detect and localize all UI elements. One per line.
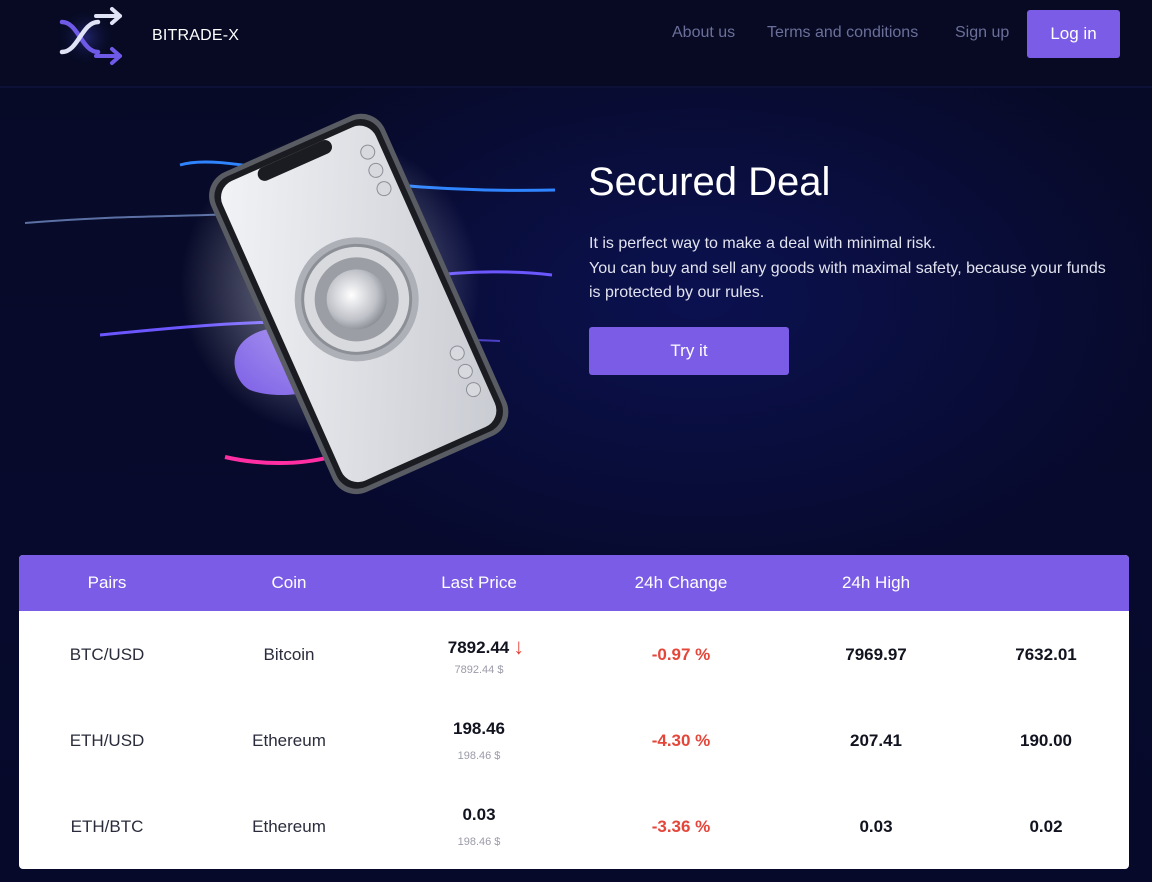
price-value: 7892.44 xyxy=(447,638,510,657)
markets-table: Pairs Coin Last Price 24h Change 24h Hig… xyxy=(19,555,1129,869)
price-cell: 0.03 xyxy=(462,805,496,824)
coin-cell: Ethereum xyxy=(252,731,326,750)
price-sub-cell: 198.46 $ xyxy=(457,836,501,848)
change-cell: -0.97 % xyxy=(651,645,711,664)
nav-terms-link[interactable]: Terms and conditions xyxy=(767,24,918,42)
table-row[interactable]: ETH/USD Ethereum 198.46 198.46 $ -4.30 %… xyxy=(19,697,1129,783)
hero-line: It is perfect way to make a deal with mi… xyxy=(589,235,936,252)
arrow-down-icon: ↓ xyxy=(513,634,525,659)
price-sub-cell: 7892.44 $ xyxy=(454,664,504,676)
header-last-price[interactable]: Last Price xyxy=(441,573,517,593)
low-cell: 0.02 xyxy=(1029,817,1063,836)
nav-signup-link[interactable]: Sign up xyxy=(955,24,1009,42)
login-button[interactable]: Log in xyxy=(1027,10,1120,58)
price-cell: 7892.44 ↓ xyxy=(448,633,524,659)
shuffle-arrows-icon[interactable] xyxy=(56,6,126,68)
coin-cell: Ethereum xyxy=(252,817,326,836)
pair-cell: ETH/USD xyxy=(69,731,145,750)
high-cell: 7969.97 xyxy=(845,645,907,664)
hero-description: It is perfect way to make a deal with mi… xyxy=(589,232,1134,306)
phone-safe-illustration xyxy=(24,113,556,495)
pair-cell: ETH/BTC xyxy=(70,817,144,836)
price-cell: 198.46 xyxy=(453,719,505,738)
change-cell: -3.36 % xyxy=(651,817,711,836)
brand-name: BITRADE-X xyxy=(152,27,240,44)
hero-line: You can buy and sell any goods with maxi… xyxy=(589,259,1106,277)
table-row[interactable]: BTC/USD Bitcoin 7892.44 ↓ 7892.44 $ -0.97… xyxy=(19,611,1129,697)
header-24h-change[interactable]: 24h Change xyxy=(635,573,728,593)
table-header: Pairs Coin Last Price 24h Change 24h Hig… xyxy=(19,555,1129,611)
coin-cell: Bitcoin xyxy=(263,645,315,664)
nav-about-link[interactable]: About us xyxy=(672,24,735,42)
header-coin[interactable]: Coin xyxy=(272,573,307,593)
pair-cell: BTC/USD xyxy=(69,645,145,664)
top-navbar: BITRADE-X About us Terms and conditions … xyxy=(0,0,1152,88)
low-cell: 7632.01 xyxy=(1015,645,1077,664)
high-cell: 0.03 xyxy=(859,817,893,836)
header-pairs[interactable]: Pairs xyxy=(88,573,127,593)
low-cell: 190.00 xyxy=(1020,731,1072,750)
hero-title: Secured Deal xyxy=(588,160,831,204)
high-cell: 207.41 xyxy=(850,731,902,750)
header-24h-high[interactable]: 24h High xyxy=(842,573,910,593)
price-sub-cell: 198.46 $ xyxy=(457,750,501,762)
table-row[interactable]: ETH/BTC Ethereum 0.03 198.46 $ -3.36 % 0… xyxy=(19,783,1129,869)
try-it-button[interactable]: Try it xyxy=(589,327,789,375)
hero-line: is protected by our rules. xyxy=(589,284,765,301)
change-cell: -4.30 % xyxy=(651,731,711,750)
